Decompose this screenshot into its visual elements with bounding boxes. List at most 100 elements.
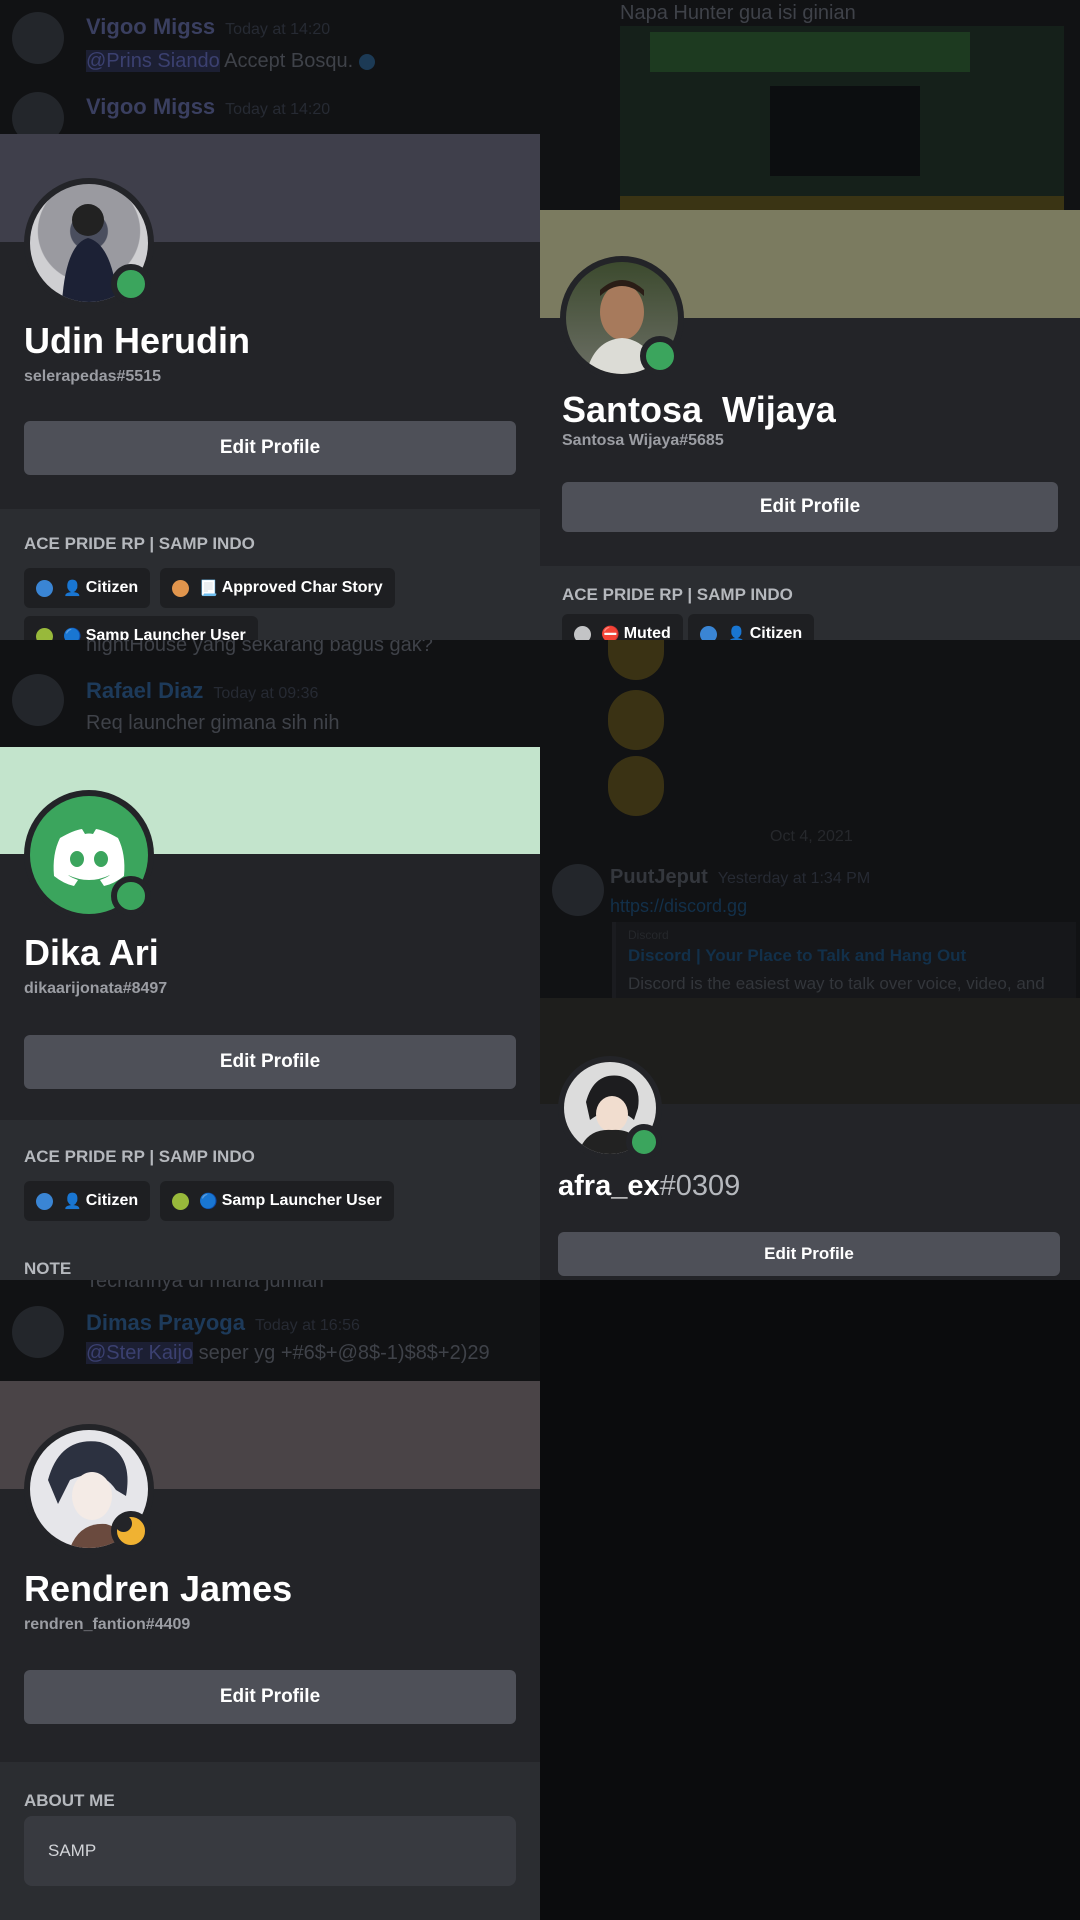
scream-emoji — [608, 640, 664, 680]
chat-time: Today at 14:20 — [225, 101, 331, 118]
chat-time: Today at 14:20 — [225, 21, 331, 38]
discriminator: #0309 — [659, 1170, 741, 1202]
role-label: Citizen — [85, 1192, 139, 1209]
role-color-dot — [172, 1192, 189, 1210]
document-icon: 📃 — [199, 580, 218, 597]
edit-profile-button[interactable]: Edit Profile — [558, 1232, 1060, 1276]
chat-message-header: Dimas Prayoga Today at 16:56 — [86, 1310, 360, 1336]
username: rendren_fantion#4409 — [24, 1616, 191, 1633]
online-status-icon — [640, 336, 680, 376]
profile-card-afra: Oct 4, 2021 PuutJeput Yesterday at 1:34 P… — [540, 640, 1080, 1280]
chat-author: Dimas Prayoga — [86, 1310, 245, 1335]
chat-avatar — [552, 864, 604, 916]
user-icon: 👤 — [63, 1193, 82, 1210]
role-color-dot — [172, 579, 189, 597]
role-pill-muted[interactable]: ⛔ Muted — [562, 614, 683, 640]
role-label: Citizen — [85, 579, 139, 596]
username: dikaarijonata#8497 — [24, 980, 168, 997]
chat-mention: @Ster Kaijo — [86, 1342, 194, 1364]
edit-profile-button[interactable]: Edit Profile — [562, 482, 1058, 532]
embed-site: Discord — [628, 928, 669, 942]
scream-emoji — [608, 690, 664, 750]
idle-status-icon — [111, 1511, 151, 1551]
chat-author: PuutJeput — [610, 866, 708, 888]
chat-time: Yesterday at 1:34 PM — [717, 870, 871, 887]
chat-author: Vigoo Migss — [86, 14, 216, 39]
chat-author: Vigoo Migss — [86, 94, 216, 119]
verified-icon — [358, 53, 375, 70]
embed-description: Discord is the easiest way to talk over … — [628, 974, 1045, 993]
chat-message-text: nightHouse yang sekarang bagus gak? — [86, 640, 433, 656]
chat-message-text: @Prins Siando Accept Bosqu. — [86, 50, 375, 73]
about-me-box: SAMP — [24, 1816, 516, 1886]
moon-cutout — [115, 1515, 132, 1532]
about-title: ABOUT ME — [24, 1791, 115, 1810]
chat-date-divider: Oct 4, 2021 — [770, 828, 853, 845]
role-pill-samp-launcher-user[interactable]: 🔵 Samp Launcher User — [160, 1181, 394, 1221]
edit-profile-button[interactable]: Edit Profile — [24, 421, 516, 475]
role-pill-samp-launcher-user[interactable]: 🔵 Samp Launcher User — [24, 616, 258, 640]
role-color-dot — [36, 579, 53, 597]
role-label: Citizen — [749, 625, 803, 640]
screenshot-image — [620, 26, 1064, 210]
role-label: Samp Launcher User — [221, 1192, 382, 1209]
role-label: Muted — [623, 625, 671, 640]
note-title: NOTE — [24, 1259, 72, 1278]
background-chat: Napa Hunter gua isi ginian — [540, 0, 1080, 210]
background-chat: Techarinya di mana jumlah Dimas Prayoga T… — [0, 1280, 540, 1381]
no-entry-icon: ⛔ — [601, 626, 620, 640]
blue-circle-icon: 🔵 — [63, 628, 82, 640]
chat-message-text: Req launcher gimana sih nih — [86, 712, 340, 734]
background-chat: Vigoo Migss Today at 14:20 @Prins Siando … — [0, 0, 540, 134]
chat-avatar — [12, 12, 64, 64]
role-color-dot — [574, 625, 591, 640]
chat-time: Today at 09:36 — [213, 685, 319, 702]
blue-circle-icon: 🔵 — [199, 1193, 218, 1210]
chat-text: Accept Bosqu. — [224, 50, 354, 72]
profile-card-rendren: Techarinya di mana jumlah Dimas Prayoga T… — [0, 1280, 540, 1920]
display-name: Dika Ari — [24, 932, 159, 973]
link-embed: Discord Discord | Your Place to Talk and… — [612, 922, 1076, 998]
embed-title: Discord | Your Place to Talk and Hang Ou… — [628, 946, 967, 965]
chat-avatar — [12, 1306, 64, 1358]
online-status-icon — [111, 876, 151, 916]
profile-card-santosa: Napa Hunter gua isi ginian Santosa Wijay… — [540, 0, 1080, 640]
role-pill-citizen[interactable]: 👤 Citizen — [688, 614, 815, 640]
chat-message-header: Rafael Diaz Today at 09:36 — [86, 678, 318, 704]
display-name: Udin Herudin — [24, 320, 250, 361]
display-name-text: afra_ex — [558, 1170, 660, 1202]
edit-profile-button[interactable]: Edit Profile — [24, 1670, 516, 1724]
role-color-dot — [36, 1192, 53, 1210]
chat-avatar — [12, 92, 64, 134]
online-status-icon — [626, 1124, 662, 1160]
empty-area — [540, 1280, 1080, 1920]
background-chat: nightHouse yang sekarang bagus gak? Rafa… — [0, 640, 540, 747]
username: selerapedas#5515 — [24, 368, 161, 385]
role-color-dot — [36, 627, 53, 640]
edit-profile-button[interactable]: Edit Profile — [24, 1035, 516, 1089]
profile-card-dika: nightHouse yang sekarang bagus gak? Rafa… — [0, 640, 540, 1280]
display-name: afra_ex#0309 — [558, 1170, 740, 1203]
role-label: Samp Launcher User — [85, 627, 246, 640]
profile-card-udin: Vigoo Migss Today at 14:20 @Prins Siando … — [0, 0, 540, 640]
scream-emoji — [608, 756, 664, 816]
role-pill-citizen[interactable]: 👤 Citizen — [24, 1181, 151, 1221]
chat-mention: @Prins Siando — [86, 50, 220, 72]
server-name: ACE PRIDE RP | SAMP INDO — [24, 1147, 255, 1166]
role-pill-citizen[interactable]: 👤 Citizen — [24, 568, 151, 608]
chat-avatar — [12, 674, 64, 726]
user-icon: 👤 — [63, 580, 82, 597]
online-status-icon — [111, 264, 151, 304]
display-name: Santosa Wijaya — [562, 389, 836, 430]
chat-message-header: Vigoo Migss Today at 14:20 — [86, 14, 330, 40]
role-color-dot — [700, 625, 717, 640]
chat-time: Today at 16:56 — [254, 1317, 360, 1334]
chat-text: seper yg +#6$+@8$-1)$8$+2)29 — [198, 1342, 490, 1364]
chat-message-text: Napa Hunter gua isi ginian — [620, 2, 856, 24]
chat-message-header: PuutJeput Yesterday at 1:34 PM — [610, 866, 870, 889]
background-chat: Oct 4, 2021 PuutJeput Yesterday at 1:34 P… — [540, 640, 1080, 998]
chat-message-text: @Ster Kaijo seper yg +#6$+@8$-1)$8$+2)29 — [86, 1342, 490, 1365]
chat-link: https://discord.gg — [610, 896, 748, 916]
chat-author: Rafael Diaz — [86, 678, 204, 703]
role-pill-approved-char-story[interactable]: 📃 Approved Char Story — [160, 568, 395, 608]
